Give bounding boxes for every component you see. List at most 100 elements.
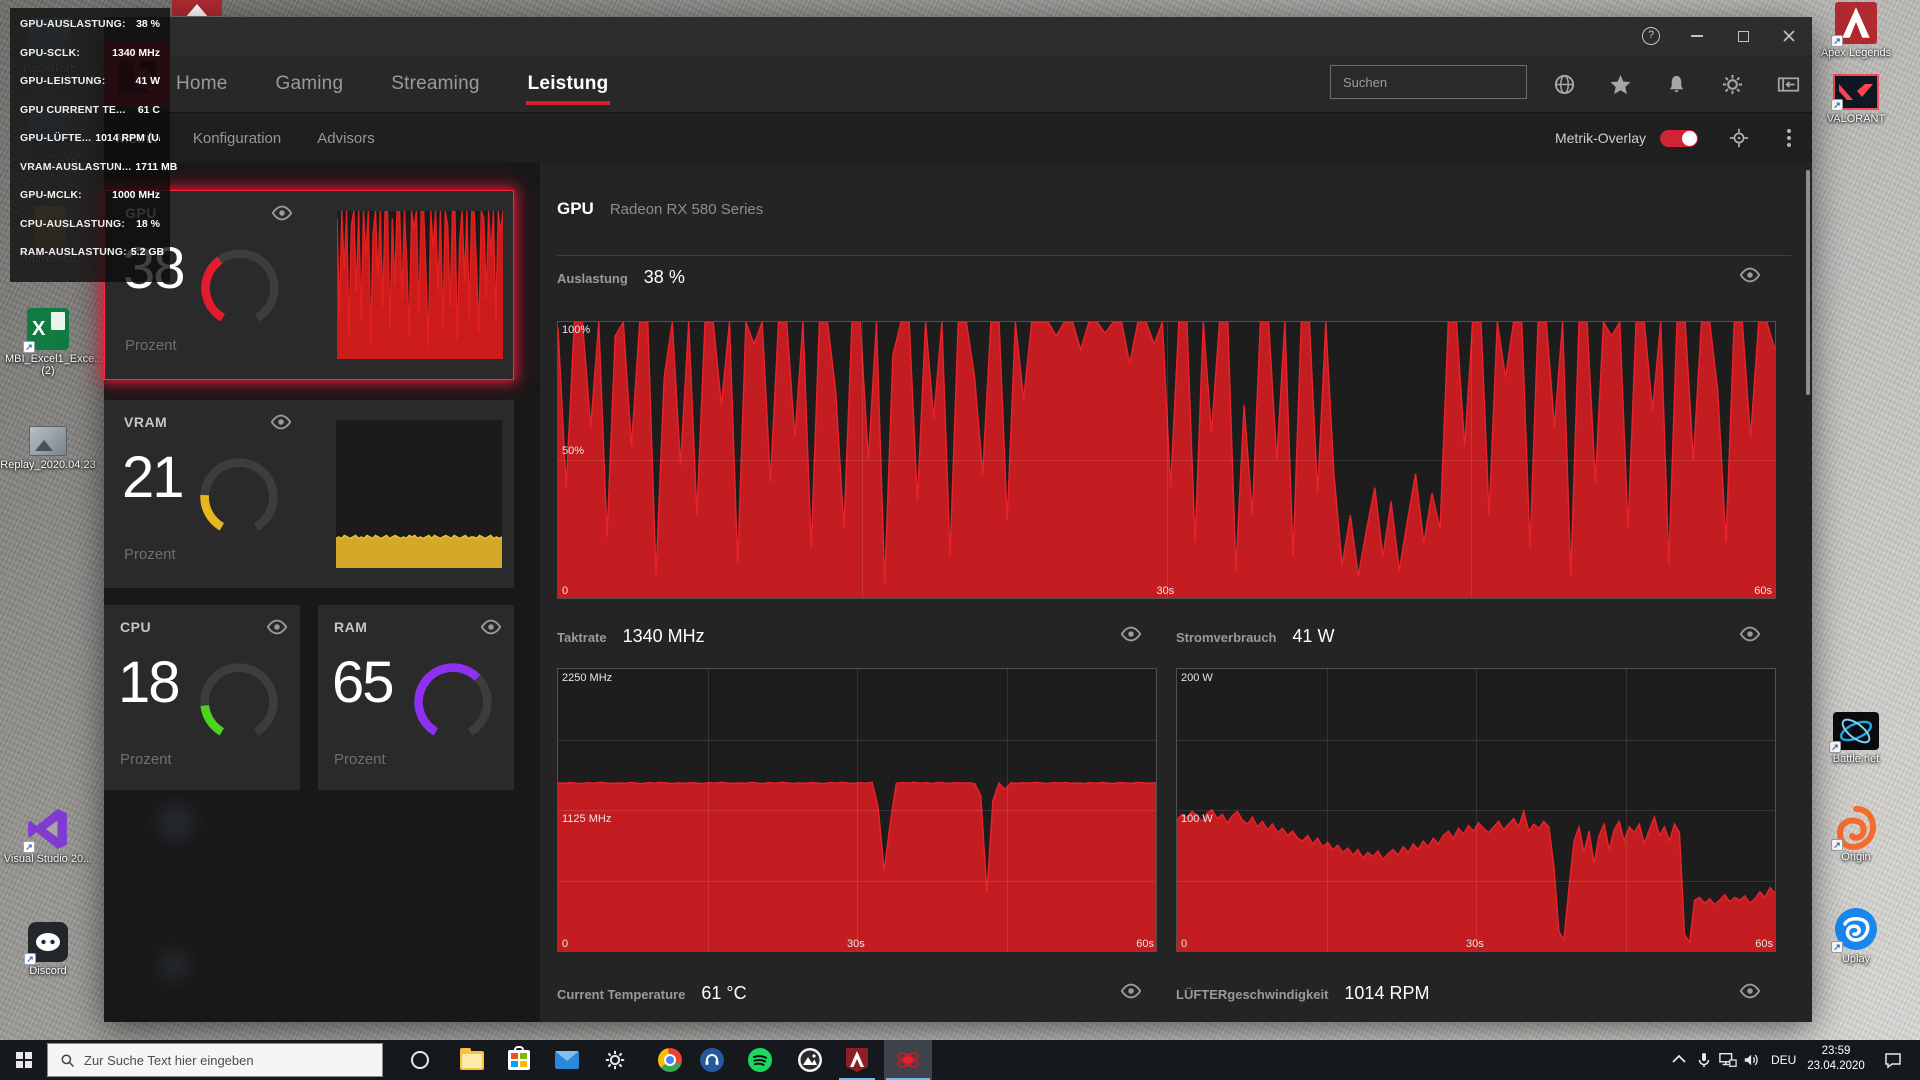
- file-explorer-icon: [460, 1051, 484, 1070]
- tray-clock[interactable]: 23:59 23.04.2020: [1798, 1044, 1874, 1074]
- gear-icon[interactable]: [1721, 73, 1744, 96]
- taskbar-settings[interactable]: [595, 1040, 635, 1080]
- gpu-utilization-chart: 100% 50% 0 30s 60s: [557, 321, 1776, 599]
- search-box[interactable]: [1330, 65, 1527, 99]
- nav-tab-streaming[interactable]: Streaming: [389, 57, 481, 111]
- eye-icon[interactable]: [1739, 267, 1761, 283]
- y-tick-label: 2250 MHz: [562, 672, 612, 684]
- subnav-tab-advisors[interactable]: Advisors: [317, 130, 375, 147]
- bell-icon[interactable]: [1665, 73, 1688, 96]
- subnav-tab-konfiguration[interactable]: Konfiguration: [193, 130, 281, 147]
- taskbar-apex-legends[interactable]: [837, 1040, 877, 1080]
- taskbar-search-input[interactable]: [84, 1053, 382, 1068]
- eye-icon[interactable]: [271, 205, 293, 221]
- nav-tab-leistung[interactable]: Leistung: [526, 57, 611, 111]
- taskbar-search-box[interactable]: [47, 1043, 383, 1077]
- blurred-item: [148, 795, 204, 851]
- window-scrollbar[interactable]: [1806, 170, 1810, 395]
- eye-icon[interactable]: [266, 619, 288, 635]
- globe-icon[interactable]: [1553, 73, 1576, 96]
- tray-network-icon[interactable]: [1719, 1051, 1737, 1069]
- chrome-icon: [658, 1048, 682, 1072]
- minimize-button[interactable]: [1674, 17, 1720, 55]
- star-icon[interactable]: [1609, 73, 1632, 96]
- tray-language[interactable]: DEU: [1771, 1053, 1796, 1067]
- metrik-overlay-toggle[interactable]: [1660, 130, 1698, 147]
- kebab-menu-icon[interactable]: [1780, 128, 1798, 148]
- crosshair-icon[interactable]: [1728, 127, 1750, 149]
- overlay-metric-value: 18 %: [136, 218, 160, 230]
- overlay-metric-value: 61 C: [138, 104, 160, 116]
- origin-icon: ↗: [1835, 806, 1877, 848]
- eye-icon[interactable]: [480, 619, 502, 635]
- tray-volume-icon[interactable]: [1743, 1051, 1761, 1069]
- temperature-value: 61 °C: [701, 983, 746, 1004]
- tray-chevron-up-icon[interactable]: [1672, 1054, 1686, 1064]
- gpu-metrics-panel: GPU Radeon RX 580 Series Auslastung 38 %…: [540, 163, 1812, 1022]
- gpu-gauge: [197, 245, 283, 331]
- fan-speed-value: 1014 RPM: [1344, 983, 1429, 1004]
- card-title: RAM: [334, 619, 367, 635]
- nav-tab-home[interactable]: Home: [174, 57, 229, 111]
- ram-usage-value: 65: [332, 649, 393, 716]
- help-button[interactable]: ?: [1628, 17, 1674, 55]
- y-tick-label: 50%: [562, 445, 584, 457]
- eye-icon[interactable]: [1120, 626, 1142, 642]
- overlay-metric-label: RAM-AUSLASTUNG:: [20, 246, 127, 258]
- blurred-item: [148, 941, 200, 989]
- desktop-icon-visual-studio[interactable]: ↗ Visual Studio 20...: [0, 808, 98, 865]
- taskbar-voice-app[interactable]: [692, 1040, 732, 1080]
- card-unit: Prozent: [120, 751, 172, 768]
- eye-icon[interactable]: [1739, 626, 1761, 642]
- start-button[interactable]: [0, 1040, 47, 1080]
- shortcut-arrow-icon: ↗: [1831, 99, 1843, 111]
- desktop-icon-battlenet[interactable]: ↗ Battle.net: [1806, 712, 1906, 765]
- gpu-sparkline: [337, 211, 503, 359]
- collapse-panel-icon[interactable]: [1777, 73, 1800, 96]
- overlay-metric-label: GPU-MCLK:: [20, 189, 82, 201]
- cpu-gauge: [196, 659, 282, 745]
- eye-icon[interactable]: [1120, 983, 1142, 999]
- eye-icon[interactable]: [1739, 983, 1761, 999]
- cortana-button[interactable]: [400, 1040, 440, 1080]
- taskbar-mail[interactable]: [547, 1040, 587, 1080]
- visual-studio-icon: ↗: [27, 808, 69, 850]
- y-tick-label: 200 W: [1181, 672, 1213, 684]
- taskbar-photos[interactable]: [790, 1040, 830, 1080]
- desktop-icon-origin[interactable]: ↗ Origin: [1806, 806, 1906, 863]
- metrik-overlay-label: Metrik-Overlay: [1555, 130, 1646, 146]
- desktop-icon-discord[interactable]: ↗ Discord: [0, 922, 98, 977]
- taskbar-radeon-software[interactable]: [884, 1040, 932, 1080]
- desktop-icon-replay-file[interactable]: Replay_2020.04.23: [0, 426, 98, 471]
- taskbar-chrome[interactable]: [650, 1040, 690, 1080]
- overlay-metric-label: GPU-LÜFTE...: [20, 132, 91, 144]
- metric-card-cpu[interactable]: CPU 18 Prozent: [104, 605, 300, 790]
- vram-sparkline: [336, 420, 502, 568]
- window-titlebar[interactable]: ?: [104, 17, 1812, 55]
- action-center-icon[interactable]: [1884, 1051, 1902, 1069]
- card-title: VRAM: [124, 414, 167, 430]
- taskbar-spotify[interactable]: [740, 1040, 780, 1080]
- mail-icon: [555, 1051, 579, 1069]
- desktop-icon-apex-legends[interactable]: ↗ Apex Legends: [1806, 2, 1906, 59]
- nav-tab-gaming[interactable]: Gaming: [273, 57, 345, 111]
- taskbar-ms-store[interactable]: [499, 1040, 539, 1080]
- taskbar-file-explorer[interactable]: [452, 1040, 492, 1080]
- metric-card-ram[interactable]: RAM 65 Prozent: [318, 605, 514, 790]
- desktop-icon-valorant[interactable]: ↗ VALORANT: [1806, 74, 1906, 125]
- search-input[interactable]: [1331, 75, 1519, 90]
- maximize-button[interactable]: [1720, 17, 1766, 55]
- partially-hidden-desktop-icon[interactable]: [172, 0, 222, 16]
- x-tick-label: 0: [562, 585, 568, 597]
- eye-icon[interactable]: [270, 414, 292, 430]
- close-button[interactable]: [1766, 17, 1812, 55]
- x-tick-label: 60s: [1755, 938, 1773, 950]
- cpu-usage-value: 18: [118, 649, 179, 716]
- tray-microphone-icon[interactable]: [1695, 1051, 1713, 1069]
- desktop: { "accent": "#d6212d", "overlay": { "row…: [0, 0, 1920, 1080]
- desktop-icon-uplay[interactable]: ↗ Uplay: [1806, 908, 1906, 965]
- desktop-icon-excel-file[interactable]: X ↗ MBI_Excel1_Exce... (2): [0, 308, 98, 377]
- metric-card-vram[interactable]: VRAM 21 Prozent: [104, 400, 514, 588]
- strom-label: Stromverbrauch: [1176, 630, 1276, 645]
- shortcut-arrow-icon: ↗: [24, 953, 36, 965]
